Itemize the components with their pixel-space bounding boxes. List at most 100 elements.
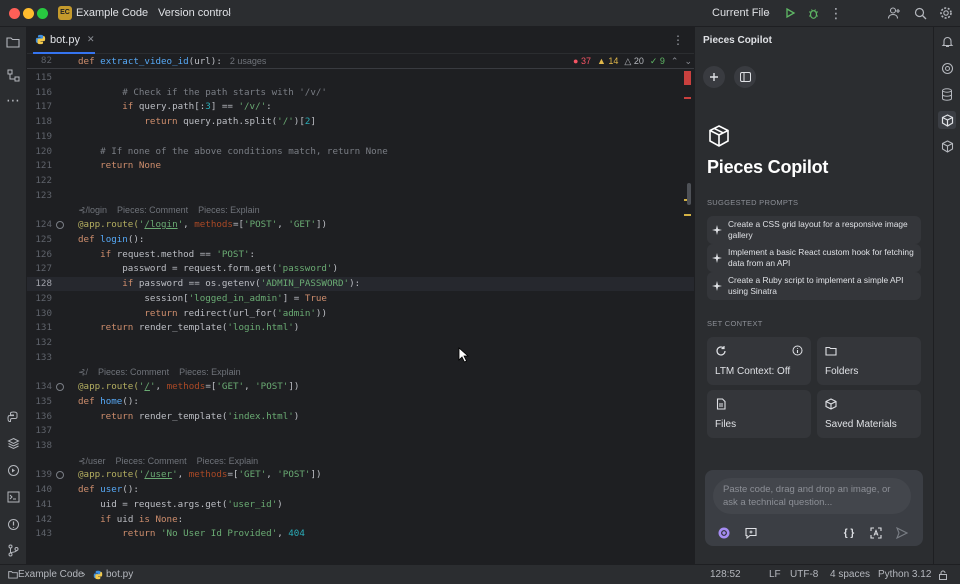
- code-vision-hint-row[interactable]: ⊰/ Pieces: Comment Pieces: Explain: [27, 365, 694, 379]
- code-line[interactable]: 122: [27, 174, 694, 188]
- code-line[interactable]: 139 @app.route('/user', methods=['GET', '…: [27, 468, 694, 482]
- code-line[interactable]: 121 return None: [27, 159, 694, 173]
- suggested-prompt[interactable]: Create a Ruby script to implement a simp…: [707, 272, 921, 300]
- code-line[interactable]: 120 # If none of the above conditions ma…: [27, 145, 694, 159]
- breadcrumb-file[interactable]: bot.py: [106, 569, 133, 580]
- code-line[interactable]: 117 if query.path[:3] == '/v/':: [27, 100, 694, 114]
- chevron-up-icon[interactable]: ⌃: [671, 54, 679, 68]
- tab-bot-py[interactable]: bot.py ✕: [33, 27, 95, 54]
- code-line[interactable]: 123: [27, 189, 694, 203]
- code-line[interactable]: 119: [27, 130, 694, 144]
- code-line[interactable]: 131 return render_template('login.html'): [27, 321, 694, 335]
- python-packages-icon[interactable]: [4, 408, 22, 426]
- close-tab-icon[interactable]: ✕: [87, 34, 95, 45]
- code-line[interactable]: 129 session['logged_in_admin'] = True: [27, 292, 694, 306]
- code-line[interactable]: 132: [27, 336, 694, 350]
- search-icon[interactable]: [911, 4, 929, 22]
- send-icon[interactable]: [896, 527, 908, 539]
- database-icon[interactable]: [938, 85, 956, 103]
- debug-icon[interactable]: [804, 4, 822, 22]
- pieces-code-lens[interactable]: ⊰/user Pieces: Comment Pieces: Explain: [78, 454, 258, 468]
- ltm-context-card[interactable]: LTM Context: Off: [707, 337, 811, 385]
- more-tools-icon[interactable]: ⋯: [4, 91, 22, 109]
- code-line[interactable]: 130 return redirect(url_for('admin')): [27, 307, 694, 321]
- suggested-prompt[interactable]: Create a CSS grid layout for a responsiv…: [707, 216, 921, 244]
- code-area[interactable]: 115116 # Check if the path starts with '…: [27, 54, 694, 564]
- add-user-icon[interactable]: [885, 4, 903, 22]
- chevron-down-icon[interactable]: ⌄: [684, 54, 692, 68]
- code-line[interactable]: 115: [27, 71, 694, 85]
- pieces-copilot-tool-icon[interactable]: [938, 111, 956, 129]
- files-context-card[interactable]: Files: [707, 390, 811, 438]
- code-line[interactable]: 142 if uid is None:: [27, 513, 694, 527]
- code-line[interactable]: 134 @app.route('/', methods=['GET', 'POST…: [27, 380, 694, 394]
- pieces-code-lens[interactable]: ⊰/login Pieces: Comment Pieces: Explain: [78, 203, 260, 217]
- code-line[interactable]: 135 def home():: [27, 395, 694, 409]
- new-chat-button[interactable]: [703, 66, 725, 88]
- code-line[interactable]: 141 uid = request.args.get('user_id'): [27, 498, 694, 512]
- inspection-widget[interactable]: ● 37 ▲ 14 △ 20 ✓ 9 ⌃ ⌄: [573, 54, 692, 68]
- suggested-prompt[interactable]: Implement a basic React custom hook for …: [707, 244, 921, 272]
- git-icon[interactable]: [4, 541, 22, 559]
- info-icon[interactable]: [792, 345, 803, 356]
- error-stripe[interactable]: [682, 71, 691, 561]
- tab-options-icon[interactable]: ⋮: [672, 33, 684, 47]
- usages-hint[interactable]: 2 usages: [230, 56, 267, 66]
- layers-icon[interactable]: [4, 434, 22, 452]
- breadcrumb-project[interactable]: Example Code: [18, 569, 84, 580]
- settings-gear-icon[interactable]: [937, 4, 955, 22]
- caret-position[interactable]: 128:52: [710, 569, 741, 580]
- code-line[interactable]: 125 def login():: [27, 233, 694, 247]
- code-line[interactable]: 116 # Check if the path starts with '/v/…: [27, 86, 694, 100]
- python-interpreter[interactable]: Python 3.12: [878, 569, 931, 580]
- close-window-button[interactable]: [9, 8, 20, 19]
- code-line[interactable]: 137: [27, 424, 694, 438]
- line-number: 135: [35, 395, 52, 407]
- chat-context-icon[interactable]: [745, 527, 757, 539]
- sticky-scroll-header[interactable]: 82 def extract_video_id(url): 2 usages ● …: [27, 54, 694, 69]
- run-icon[interactable]: [781, 4, 799, 22]
- file-encoding[interactable]: UTF-8: [790, 569, 818, 580]
- image-scan-icon[interactable]: [870, 527, 882, 539]
- folders-context-card[interactable]: Folders: [817, 337, 921, 385]
- lock-icon[interactable]: [938, 570, 948, 580]
- zoom-window-button[interactable]: [37, 8, 48, 19]
- code-line[interactable]: 133: [27, 351, 694, 365]
- code-line[interactable]: 138: [27, 439, 694, 453]
- code-line[interactable]: 118 return query.path.split('/')[2]: [27, 115, 694, 129]
- project-folder-icon[interactable]: [4, 33, 22, 51]
- endpoint-gutter-icon[interactable]: [56, 383, 64, 392]
- notifications-bell-icon[interactable]: [938, 32, 956, 50]
- code-line[interactable]: 126 if request.method == 'POST':: [27, 248, 694, 262]
- code-line[interactable]: 143 return 'No User Id Provided', 404: [27, 527, 694, 541]
- terminal-icon[interactable]: [4, 488, 22, 506]
- code-vision-hint-row[interactable]: ⊰/login Pieces: Comment Pieces: Explain: [27, 203, 694, 217]
- version-control-menu[interactable]: Version control: [158, 7, 231, 19]
- code-line[interactable]: 140 def user():: [27, 483, 694, 497]
- code-line[interactable]: 127 password = request.form.get('passwor…: [27, 262, 694, 276]
- services-icon[interactable]: [4, 461, 22, 479]
- model-selector-icon[interactable]: [718, 527, 730, 539]
- code-vision-hint-row[interactable]: ⊰/user Pieces: Comment Pieces: Explain: [27, 454, 694, 468]
- saved-materials-context-card[interactable]: Saved Materials: [817, 390, 921, 438]
- endpoint-gutter-icon[interactable]: [56, 471, 64, 480]
- minimize-window-button[interactable]: [23, 8, 34, 19]
- code-line[interactable]: 128 if password == os.getenv('ADMIN_PASS…: [27, 277, 694, 292]
- endpoint-gutter-icon[interactable]: [56, 221, 64, 230]
- code-line[interactable]: 136 return render_template('index.html'): [27, 410, 694, 424]
- project-badge[interactable]: EC: [58, 6, 72, 20]
- ai-assistant-icon[interactable]: [938, 59, 956, 77]
- pieces-code-lens[interactable]: ⊰/ Pieces: Comment Pieces: Explain: [78, 365, 241, 379]
- more-actions-icon[interactable]: ⋮: [827, 4, 845, 22]
- structure-icon[interactable]: [4, 66, 22, 84]
- chat-input[interactable]: Paste code, drag and drop an image, or a…: [713, 478, 911, 514]
- toggle-sidebar-button[interactable]: [734, 66, 756, 88]
- line-separator[interactable]: LF: [769, 569, 781, 580]
- problems-icon[interactable]: [4, 515, 22, 533]
- code-line[interactable]: 124 @app.route('/login', methods=['POST',…: [27, 218, 694, 232]
- pieces-drive-icon[interactable]: [938, 137, 956, 155]
- vertical-scrollbar[interactable]: [687, 183, 691, 205]
- run-config-selector[interactable]: Current File: [712, 7, 769, 19]
- code-braces-icon[interactable]: { }: [843, 527, 855, 539]
- indent-setting[interactable]: 4 spaces: [830, 569, 870, 580]
